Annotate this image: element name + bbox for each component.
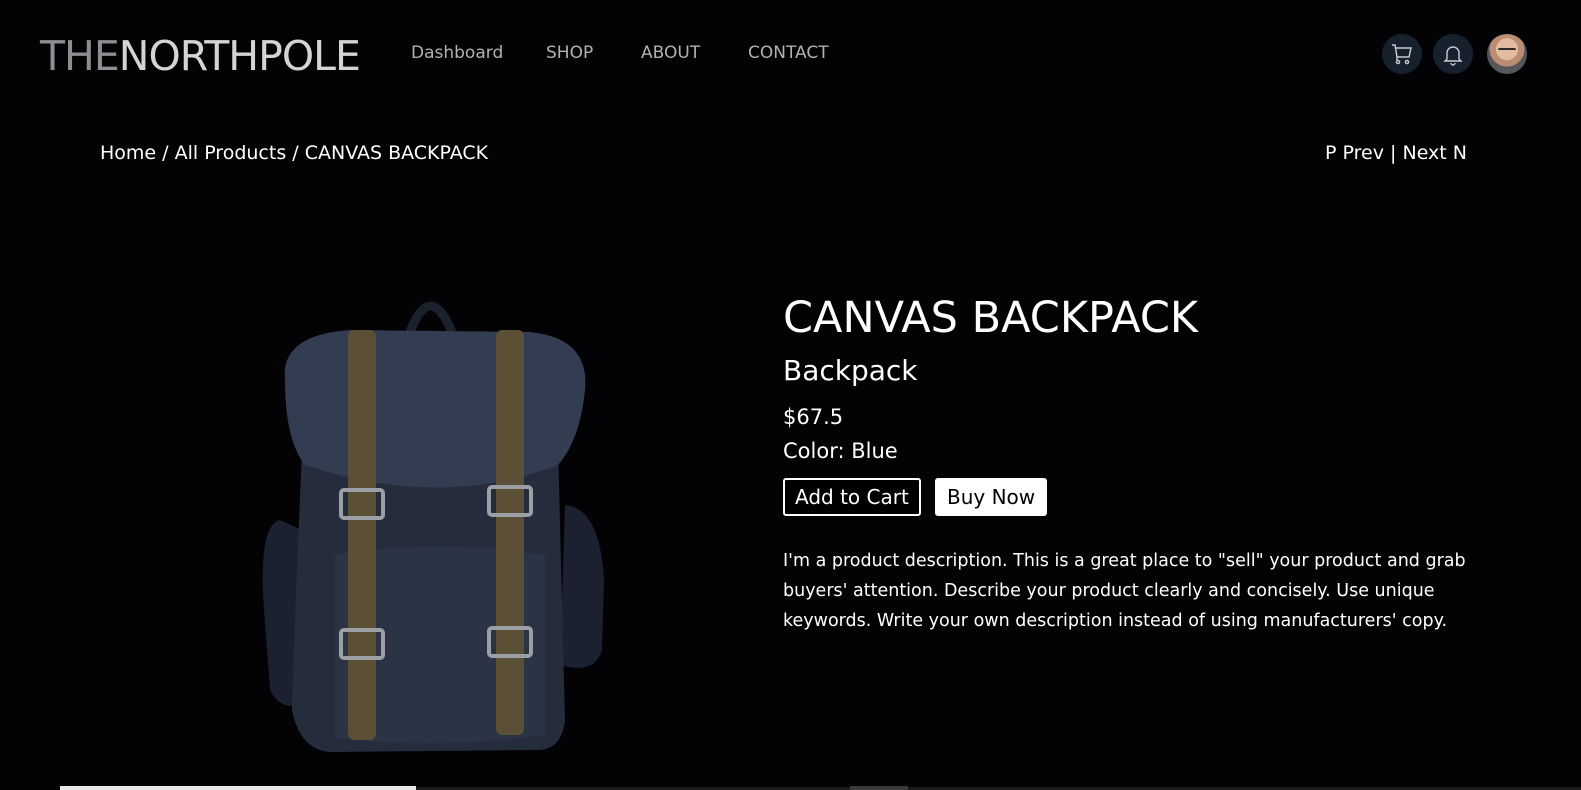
avatar[interactable] [1487,34,1527,74]
nav-about[interactable]: ABOUT [641,40,700,66]
product-page: THENORTHPOLE Dashboard SHOP ABOUT CONTAC… [0,0,1581,790]
backpack-strap-left [348,330,376,740]
avatar-glasses [1498,48,1516,55]
product-color: Color: Blue [783,436,1473,466]
breadcrumb-home[interactable]: Home [100,142,156,164]
bottom-marker [850,786,908,790]
breadcrumb-separator: / [286,142,305,164]
color-value: Blue [851,439,898,463]
breadcrumb-current: CANVAS BACKPACK [304,142,489,164]
backpack-handle [405,301,457,334]
header-actions [1382,34,1528,74]
scroll-indicator[interactable] [60,786,416,790]
logo-part-the: THE [40,32,120,80]
site-logo[interactable]: THENORTHPOLE [40,30,361,82]
breadcrumb: Home / All Products / CANVAS BACKPACK [100,140,488,166]
next-link[interactable]: Next N [1402,142,1467,164]
color-label: Color: [783,439,852,463]
cart-icon [1392,44,1412,65]
product-pager: P Prev | Next N [1325,140,1467,166]
pager-divider: | [1384,142,1403,164]
add-to-cart-button[interactable]: Add to Cart [783,478,921,516]
backpack-flap [284,330,586,488]
nav-contact[interactable]: CONTACT [748,40,829,66]
backpack-right-pocket [560,505,604,668]
product-actions: Add to Cart Buy Now [783,478,1473,518]
backpack-strap-right [496,330,524,735]
nav-shop[interactable]: SHOP [546,40,593,66]
logo-part-northpole: NORTHPOLE [118,32,361,80]
buy-now-button[interactable]: Buy Now [935,478,1048,516]
product-image [262,301,604,752]
breadcrumb-separator: / [156,142,175,164]
prev-link[interactable]: P Prev [1325,142,1384,164]
notifications-button[interactable] [1433,34,1473,74]
product-category: Backpack [783,354,918,387]
product-info: CANVAS BACKPACK Backpack $67.5 Color: Bl… [783,290,1473,654]
product-title: CANVAS BACKPACK [783,293,1199,343]
nav-dashboard[interactable]: Dashboard [411,40,503,66]
breadcrumb-all-products[interactable]: All Products [175,142,287,164]
bell-icon [1443,46,1463,66]
product-description: I'm a product description. This is a gre… [783,551,1466,631]
product-price: $67.5 [783,405,844,429]
cart-button[interactable] [1382,34,1422,74]
